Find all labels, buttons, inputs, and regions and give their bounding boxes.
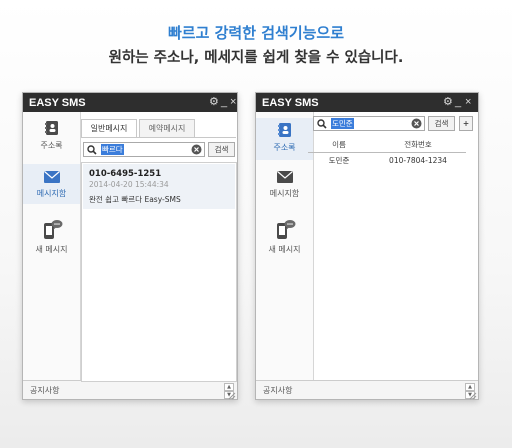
clear-icon[interactable] — [411, 118, 422, 129]
table-row[interactable]: 도민준 010-7804-1234 — [308, 153, 466, 169]
search-icon — [317, 119, 327, 129]
search-button[interactable]: 검색 — [208, 142, 235, 157]
headline-line-2: 원하는 주소나, 메세지를 쉽게 찾을 수 있습니다. — [108, 50, 404, 66]
new-message-phone-icon — [276, 220, 295, 239]
close-button[interactable]: × — [230, 95, 236, 109]
resize-grip-icon[interactable] — [469, 392, 477, 400]
gear-icon[interactable]: ⚙ — [209, 95, 219, 109]
title-bar: EASY SMS ⚙ _ × — [23, 93, 237, 112]
notice-label[interactable]: 공지사항 — [263, 385, 292, 396]
minimize-button[interactable]: _ — [221, 95, 227, 109]
app-title: EASY SMS — [262, 97, 319, 109]
sidebar-item-contacts[interactable]: 주소록 — [23, 120, 80, 160]
sidebar-item-label: 메시지함 — [269, 189, 300, 198]
contacts-table: 이름 전화번호 도민준 010-7804-1234 — [308, 137, 466, 168]
sidebar-item-label: 주소록 — [40, 141, 63, 150]
clear-icon[interactable] — [191, 144, 202, 155]
envelope-icon — [276, 171, 293, 183]
envelope-icon — [43, 171, 60, 183]
resize-grip-icon[interactable] — [228, 392, 236, 400]
address-book-icon — [44, 121, 58, 135]
title-bar: EASY SMS ⚙ _ × — [256, 93, 478, 112]
table-header-row: 이름 전화번호 — [308, 137, 466, 153]
minimize-button[interactable]: _ — [455, 95, 461, 109]
column-header-phone[interactable]: 전화번호 — [370, 137, 466, 153]
notice-bar: 공지사항 ▲ ▼ — [256, 380, 478, 399]
contact-phone: 010-7804-1234 — [389, 156, 447, 165]
tab-general-messages[interactable]: 일반메시지 — [81, 119, 137, 138]
tab-divider — [81, 137, 236, 138]
new-message-phone-icon — [43, 220, 62, 239]
sidebar-item-label: 새 메시지 — [268, 245, 301, 254]
list-item[interactable]: 010-6495-1251 2014-04-20 15:44:34 완전 쉽고 … — [83, 164, 235, 209]
message-number: 010-6495-1251 — [89, 169, 162, 179]
message-date: 2014-04-20 15:44:34 — [89, 180, 169, 189]
close-button[interactable]: × — [465, 95, 471, 109]
tab-reserved-messages[interactable]: 예약메시지 — [139, 119, 195, 137]
notice-label[interactable]: 공지사항 — [30, 385, 59, 396]
column-header-name[interactable]: 이름 — [308, 137, 370, 153]
gear-icon[interactable]: ⚙ — [443, 95, 453, 109]
scroll-up-button[interactable]: ▲ — [224, 383, 234, 391]
sidebar: 주소록 메시지함 새 메시지 — [23, 112, 81, 380]
contact-name: 도민준 — [328, 156, 350, 165]
search-query: 빠르다 — [101, 144, 124, 155]
sidebar-item-new-message[interactable]: 새 메시지 — [256, 218, 313, 262]
sidebar-item-contacts[interactable]: 주소록 — [256, 118, 313, 160]
sidebar-item-label: 새 메시지 — [35, 245, 68, 254]
address-book-icon — [277, 123, 291, 137]
sidebar: 주소록 메시지함 새 메시지 — [256, 112, 314, 380]
search-query: 도민준 — [331, 118, 354, 129]
search-input[interactable]: 도민준 — [313, 116, 425, 131]
search-icon — [87, 145, 97, 155]
headline-line-1: 빠르고 강력한 검색기능으로 — [167, 24, 345, 42]
message-body: 완전 쉽고 빠르다 Easy-SMS — [89, 195, 181, 204]
app-title: EASY SMS — [29, 97, 86, 109]
search-input[interactable]: 빠르다 — [83, 142, 205, 157]
notice-bar: 공지사항 ▲ ▼ — [23, 380, 237, 399]
sidebar-item-label: 메시지함 — [36, 189, 67, 198]
sidebar-item-messages[interactable]: 메시지함 — [256, 170, 313, 210]
message-list: 010-6495-1251 2014-04-20 15:44:34 완전 쉽고 … — [81, 162, 237, 382]
sidebar-item-label: 주소록 — [273, 143, 296, 152]
scroll-up-button[interactable]: ▲ — [465, 383, 475, 391]
sidebar-item-messages[interactable]: 메시지함 — [23, 164, 80, 204]
add-contact-button[interactable]: + — [459, 116, 473, 131]
sidebar-item-new-message[interactable]: 새 메시지 — [23, 218, 80, 262]
search-button[interactable]: 검색 — [428, 116, 455, 131]
